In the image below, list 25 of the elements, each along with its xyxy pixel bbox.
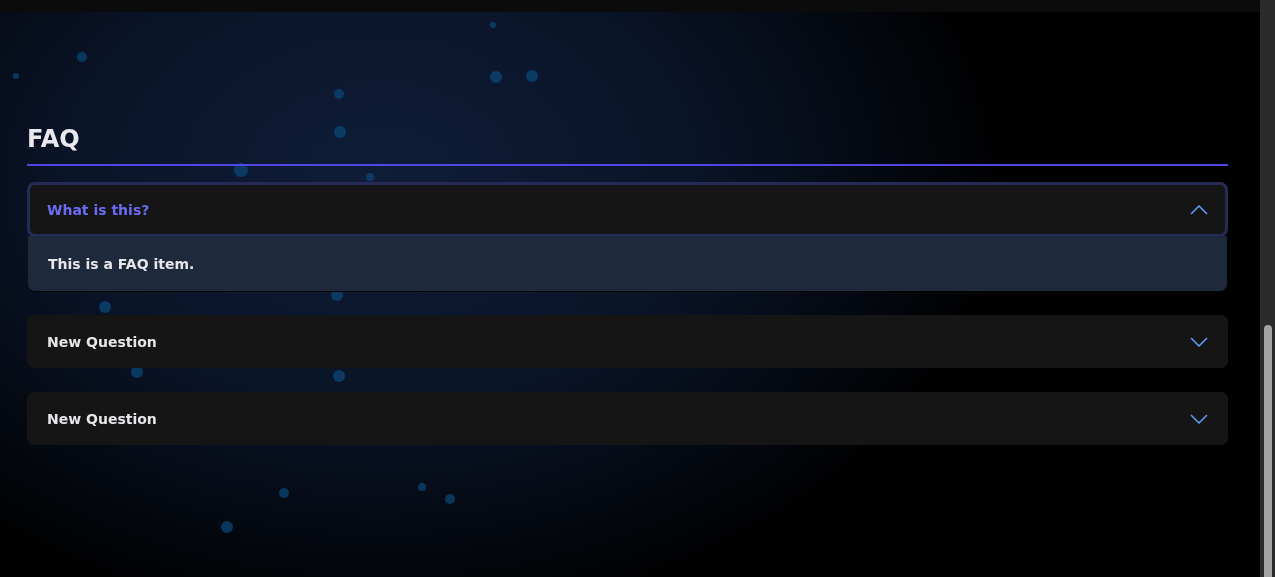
question-toggle[interactable]: New Question bbox=[27, 392, 1228, 445]
particle-dot bbox=[526, 70, 538, 82]
particle-dot bbox=[445, 494, 455, 504]
particle-dot bbox=[221, 521, 233, 533]
chevron-down-icon bbox=[1190, 413, 1208, 424]
particle-dot bbox=[418, 483, 426, 491]
particle-dot bbox=[279, 488, 289, 498]
chevron-up-icon bbox=[1190, 204, 1208, 215]
particle-dot bbox=[234, 163, 248, 177]
particle-dot bbox=[490, 22, 496, 28]
particle-dot bbox=[490, 71, 502, 83]
particle-dot bbox=[366, 173, 374, 181]
particle-dot bbox=[13, 73, 19, 79]
particle-dot bbox=[77, 52, 87, 62]
scrollbar[interactable] bbox=[1260, 0, 1275, 577]
answer-text: This is a FAQ item. bbox=[28, 236, 1227, 291]
section-heading: FAQ bbox=[27, 124, 80, 154]
chevron-down-icon bbox=[1190, 336, 1208, 347]
particle-dot bbox=[99, 301, 111, 313]
question-toggle[interactable]: What is this? bbox=[27, 182, 1228, 237]
particle-dot bbox=[334, 89, 344, 99]
scrollbar-thumb[interactable] bbox=[1263, 325, 1272, 577]
particle-dot bbox=[333, 370, 345, 382]
question-toggle[interactable]: New Question bbox=[27, 315, 1228, 368]
particle-dot bbox=[334, 126, 346, 138]
